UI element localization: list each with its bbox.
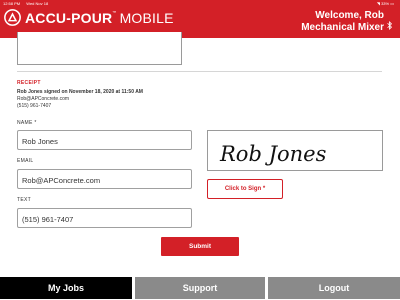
text-label: TEXT bbox=[17, 197, 31, 203]
svg-text:Rob Jones: Rob Jones bbox=[219, 142, 327, 166]
bluetooth-icon[interactable] bbox=[386, 21, 393, 30]
user-greeting: Welcome, Rob Mechanical Mixer bbox=[301, 10, 384, 34]
receipt-email: Rob@APConcrete.com bbox=[17, 96, 70, 102]
receipt-phone: (515) 961-7407 bbox=[17, 103, 52, 109]
user-role: Mechanical Mixer bbox=[301, 22, 384, 33]
tab-support[interactable]: Support bbox=[135, 277, 265, 299]
name-input[interactable]: Rob Jones bbox=[17, 130, 192, 150]
name-label: NAME * bbox=[17, 120, 37, 126]
app-brand: ACCU-POUR™ MOBILE bbox=[25, 10, 174, 26]
status-bar-right: ◥ 33% ▭ bbox=[377, 1, 394, 6]
text-input[interactable]: (515) 961-7407 bbox=[17, 208, 192, 228]
battery-icon: ▭ bbox=[390, 1, 394, 6]
wifi-icon: ◥ bbox=[376, 1, 380, 6]
brand-bold: ACCU-POUR bbox=[25, 9, 113, 26]
brand-light: MOBILE bbox=[119, 9, 174, 26]
app-root: 12:58 PM Wed Nov 18 ◥ 33% ▭ ACCU-POUR™ MO… bbox=[0, 0, 400, 300]
bottom-tab-bar: My Jobs Support Logout bbox=[0, 273, 400, 300]
receipt-summary: Rob Jones signed on November 18, 2020 at… bbox=[17, 89, 143, 110]
previous-field-box[interactable] bbox=[17, 32, 182, 65]
click-to-sign-button[interactable]: Click to Sign * bbox=[207, 179, 283, 199]
email-label: EMAIL bbox=[17, 158, 34, 164]
app-logo: ACCU-POUR™ MOBILE bbox=[4, 9, 174, 26]
status-bar-left: 12:58 PM Wed Nov 18 bbox=[3, 1, 53, 6]
submit-button[interactable]: Submit bbox=[161, 237, 239, 256]
signature-image: Rob Jones bbox=[219, 142, 327, 166]
receipt-signed-line: Rob Jones signed on November 18, 2020 at… bbox=[17, 89, 143, 95]
accu-pour-logo-icon bbox=[4, 9, 21, 26]
battery-level: 33% bbox=[381, 1, 390, 6]
welcome-text: Welcome, Rob bbox=[315, 10, 384, 21]
receipt-title: RECEIPT bbox=[17, 80, 41, 86]
status-date: Wed Nov 18 bbox=[26, 1, 49, 6]
signature-box: Rob Jones bbox=[207, 130, 383, 171]
email-input[interactable]: Rob@APConcrete.com bbox=[17, 169, 192, 189]
brand-trademark: ™ bbox=[112, 9, 117, 15]
tab-my-jobs[interactable]: My Jobs bbox=[0, 277, 132, 299]
status-time: 12:58 PM bbox=[3, 1, 21, 6]
section-divider bbox=[17, 71, 382, 72]
tab-logout[interactable]: Logout bbox=[268, 277, 400, 299]
